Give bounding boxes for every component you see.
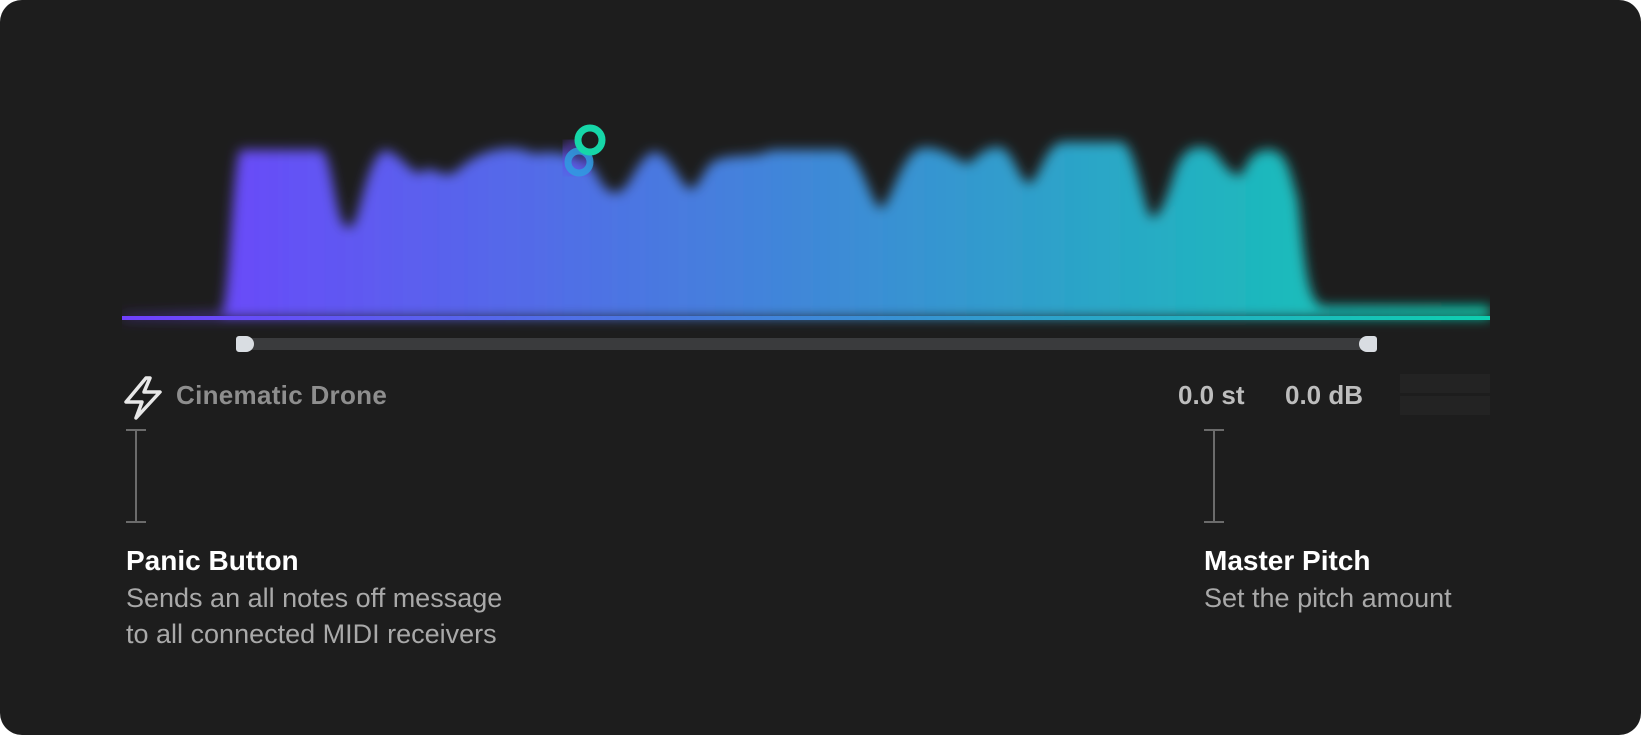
panic-button[interactable] bbox=[120, 376, 168, 420]
range-end-handle[interactable] bbox=[1359, 336, 1377, 352]
instrument-panel: Cinematic Drone 0.0 st 0.0 dB Panic Butt… bbox=[0, 0, 1641, 735]
master-gain-value[interactable]: 0.0 dB bbox=[1285, 380, 1363, 411]
master-pitch-value[interactable]: 0.0 st bbox=[1178, 380, 1245, 411]
waveform-shape bbox=[122, 142, 1490, 318]
pitch-callout-title: Master Pitch bbox=[1204, 545, 1371, 576]
waveform-baseline bbox=[122, 316, 1490, 320]
meter-left-channel bbox=[1400, 374, 1490, 393]
panic-callout-line-2: to all connected MIDI receivers bbox=[126, 619, 497, 649]
panic-callout-title: Panic Button bbox=[126, 545, 299, 576]
pitch-callout-description: Set the pitch amount bbox=[1204, 580, 1452, 616]
range-start-handle[interactable] bbox=[236, 336, 254, 352]
panic-callout-description: Sends an all notes off message to all co… bbox=[126, 580, 502, 652]
lightning-bolt-icon bbox=[124, 376, 162, 420]
panic-callout-bracket bbox=[126, 429, 146, 523]
panic-callout-line-1: Sends an all notes off message bbox=[126, 583, 503, 613]
playhead-cursor-teal[interactable] bbox=[574, 124, 606, 156]
preset-name[interactable]: Cinematic Drone bbox=[176, 380, 387, 411]
output-level-meter bbox=[1400, 374, 1490, 416]
pitch-callout-bracket bbox=[1204, 429, 1224, 523]
pitch-callout-line-1: Set the pitch amount bbox=[1204, 583, 1452, 613]
meter-right-channel bbox=[1400, 396, 1490, 415]
waveform-display[interactable] bbox=[122, 90, 1490, 340]
range-scrollbar[interactable] bbox=[236, 338, 1376, 350]
